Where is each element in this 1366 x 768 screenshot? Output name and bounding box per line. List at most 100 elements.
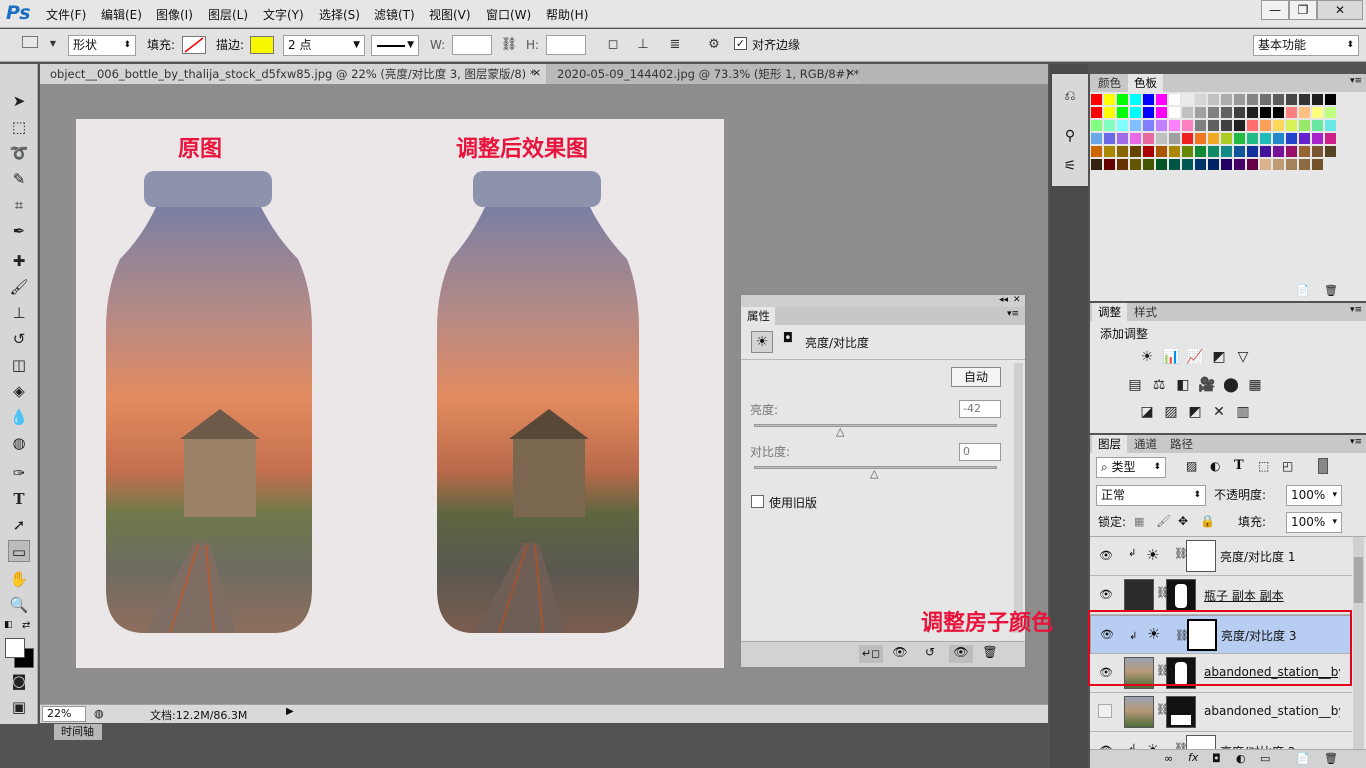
color-swatch[interactable] bbox=[1312, 133, 1324, 145]
align-edges-checkbox[interactable]: ✓ bbox=[734, 37, 747, 50]
color-swatch[interactable] bbox=[1117, 107, 1129, 119]
tab-adjustments[interactable]: 调整 bbox=[1092, 303, 1127, 321]
color-swatch[interactable] bbox=[1286, 94, 1298, 106]
color-swatch[interactable] bbox=[1221, 133, 1233, 145]
color-swatch[interactable] bbox=[1273, 107, 1285, 119]
tab-layers[interactable]: 图层 bbox=[1092, 435, 1127, 453]
type-filter-icon[interactable]: T bbox=[1234, 458, 1244, 473]
lock-all-icon[interactable]: 🔒 bbox=[1200, 514, 1215, 528]
hand-tool-icon[interactable]: ✋ bbox=[8, 568, 30, 590]
color-swatch[interactable] bbox=[1117, 146, 1129, 158]
lasso-tool-icon[interactable]: ➰ bbox=[8, 142, 30, 164]
color-swatch[interactable] bbox=[1260, 94, 1272, 106]
dodge-tool-icon[interactable]: ◍ bbox=[8, 432, 30, 454]
link-icon[interactable]: ⛓ bbox=[500, 36, 518, 54]
status-info-icon[interactable]: ◍ bbox=[94, 707, 104, 720]
brush-tool-icon[interactable]: 🖌 bbox=[8, 276, 30, 298]
color-swatch[interactable] bbox=[1130, 94, 1142, 106]
color-swatch[interactable] bbox=[1169, 133, 1181, 145]
color-swatch[interactable] bbox=[1260, 133, 1272, 145]
menu-item[interactable]: 选择(S) bbox=[319, 6, 360, 23]
new-group-icon[interactable]: ▭ bbox=[1260, 752, 1270, 765]
color-swatch[interactable] bbox=[1195, 107, 1207, 119]
color-swatch[interactable] bbox=[1130, 159, 1142, 171]
menu-item[interactable]: 编辑(E) bbox=[101, 6, 142, 23]
menu-item[interactable]: 窗口(W) bbox=[486, 6, 531, 23]
trash-icon[interactable]: 🗑 bbox=[1324, 752, 1338, 765]
layer-name[interactable]: 瓶子 副本 副本 bbox=[1204, 587, 1284, 604]
move-tool-icon[interactable]: ➤ bbox=[8, 90, 30, 112]
layer-row[interactable]: 👁 ↲ ☀ ⛓ 亮度/对比度 1 bbox=[1090, 537, 1352, 576]
tab-document-1[interactable]: object__006_bottle_by_thalija_stock_d5fx… bbox=[40, 64, 546, 84]
reset-icon[interactable]: ↺ bbox=[919, 645, 941, 663]
sun-icon[interactable]: ☀ bbox=[751, 331, 773, 353]
color-swatch[interactable] bbox=[1195, 94, 1207, 106]
opacity-input[interactable]: 100% ▾ bbox=[1286, 485, 1342, 506]
path-alignment-icon[interactable]: ⊥ bbox=[634, 36, 652, 54]
close-icon[interactable]: ✕ bbox=[1013, 295, 1021, 305]
color-swatch[interactable] bbox=[1117, 120, 1129, 132]
paint-bucket-tool-icon[interactable]: ◈ bbox=[8, 380, 30, 402]
color-swatch[interactable] bbox=[1247, 94, 1259, 106]
color-swatch[interactable] bbox=[1091, 94, 1103, 106]
invert-icon[interactable]: ◪ bbox=[1138, 403, 1156, 421]
color-swatch[interactable] bbox=[1182, 94, 1194, 106]
color-swatch[interactable] bbox=[1156, 146, 1168, 158]
color-swatch[interactable] bbox=[1156, 133, 1168, 145]
panel-menu-icon[interactable]: ▾≡ bbox=[1350, 437, 1362, 447]
color-swatch[interactable] bbox=[1091, 107, 1103, 119]
curves-icon[interactable]: 📈 bbox=[1186, 348, 1204, 366]
color-swatch[interactable] bbox=[1234, 107, 1246, 119]
color-swatch[interactable] bbox=[1208, 120, 1220, 132]
panel-menu-icon[interactable]: ▾≡ bbox=[1350, 76, 1362, 86]
color-swatch[interactable] bbox=[1208, 94, 1220, 106]
blur-tool-icon[interactable]: 💧 bbox=[8, 406, 30, 428]
color-swatch[interactable] bbox=[1273, 133, 1285, 145]
visibility-toggle-off[interactable] bbox=[1098, 704, 1112, 718]
scrollbar-thumb[interactable] bbox=[1354, 557, 1363, 603]
color-swatch[interactable] bbox=[1156, 107, 1168, 119]
screen-mode-icon[interactable]: ▣ bbox=[8, 696, 30, 718]
channel-mixer-icon[interactable]: ⬤ bbox=[1222, 376, 1240, 394]
panel-menu-icon[interactable]: ▾≡ bbox=[1007, 309, 1019, 319]
color-swatch[interactable] bbox=[1221, 120, 1233, 132]
rectangle-tool-preset-icon[interactable] bbox=[22, 36, 38, 48]
color-swatch[interactable] bbox=[1143, 159, 1155, 171]
zoom-level[interactable]: 22% bbox=[42, 706, 86, 722]
color-swatch[interactable] bbox=[1299, 107, 1311, 119]
color-swatch[interactable] bbox=[1234, 94, 1246, 106]
add-mask-icon[interactable]: ◘ bbox=[1212, 752, 1221, 765]
color-swatch[interactable] bbox=[1273, 94, 1285, 106]
color-swatch[interactable] bbox=[1286, 107, 1298, 119]
color-swatch[interactable] bbox=[1234, 159, 1246, 171]
shape-filter-icon[interactable]: ⬚ bbox=[1258, 459, 1269, 473]
color-swatch[interactable] bbox=[1104, 159, 1116, 171]
color-swatch[interactable] bbox=[1312, 146, 1324, 158]
color-swatch[interactable] bbox=[1117, 133, 1129, 145]
layer-mask-thumbnail[interactable] bbox=[1166, 579, 1196, 611]
fx-icon[interactable]: fx bbox=[1188, 751, 1198, 764]
color-swatch[interactable] bbox=[1104, 94, 1116, 106]
color-swatch[interactable] bbox=[1130, 146, 1142, 158]
history-panel-icon[interactable]: ⎌ bbox=[1060, 86, 1080, 106]
color-swatch[interactable] bbox=[1169, 146, 1181, 158]
menu-item[interactable]: 图层(L) bbox=[208, 6, 248, 23]
tool-presets-icon[interactable]: ⚟ bbox=[1060, 156, 1080, 176]
tab-channels[interactable]: 通道 bbox=[1128, 435, 1163, 453]
color-swatch[interactable] bbox=[1182, 133, 1194, 145]
photo-filter-icon[interactable]: 🎥 bbox=[1198, 376, 1216, 394]
menu-item[interactable]: 文件(F) bbox=[46, 6, 86, 23]
document-canvas[interactable]: 原图 调整后效果图 bbox=[76, 119, 724, 668]
zoom-tool-icon[interactable]: 🔍 bbox=[8, 594, 30, 616]
color-swatch[interactable] bbox=[1260, 107, 1272, 119]
color-swatch[interactable] bbox=[1260, 120, 1272, 132]
marquee-tool-icon[interactable]: ⬚ bbox=[8, 116, 30, 138]
adjustment-filter-icon[interactable]: ◐ bbox=[1210, 459, 1220, 473]
trash-icon[interactable]: 🗑 bbox=[1324, 284, 1338, 297]
swap-colors-icon[interactable]: ⇄ bbox=[22, 620, 30, 631]
color-swatch[interactable] bbox=[1221, 107, 1233, 119]
color-swatch[interactable] bbox=[1117, 94, 1129, 106]
visibility-eye-icon[interactable]: 👁 bbox=[1098, 587, 1114, 603]
color-swatch[interactable] bbox=[1299, 94, 1311, 106]
rectangle-tool-icon[interactable]: ▭ bbox=[8, 540, 30, 562]
